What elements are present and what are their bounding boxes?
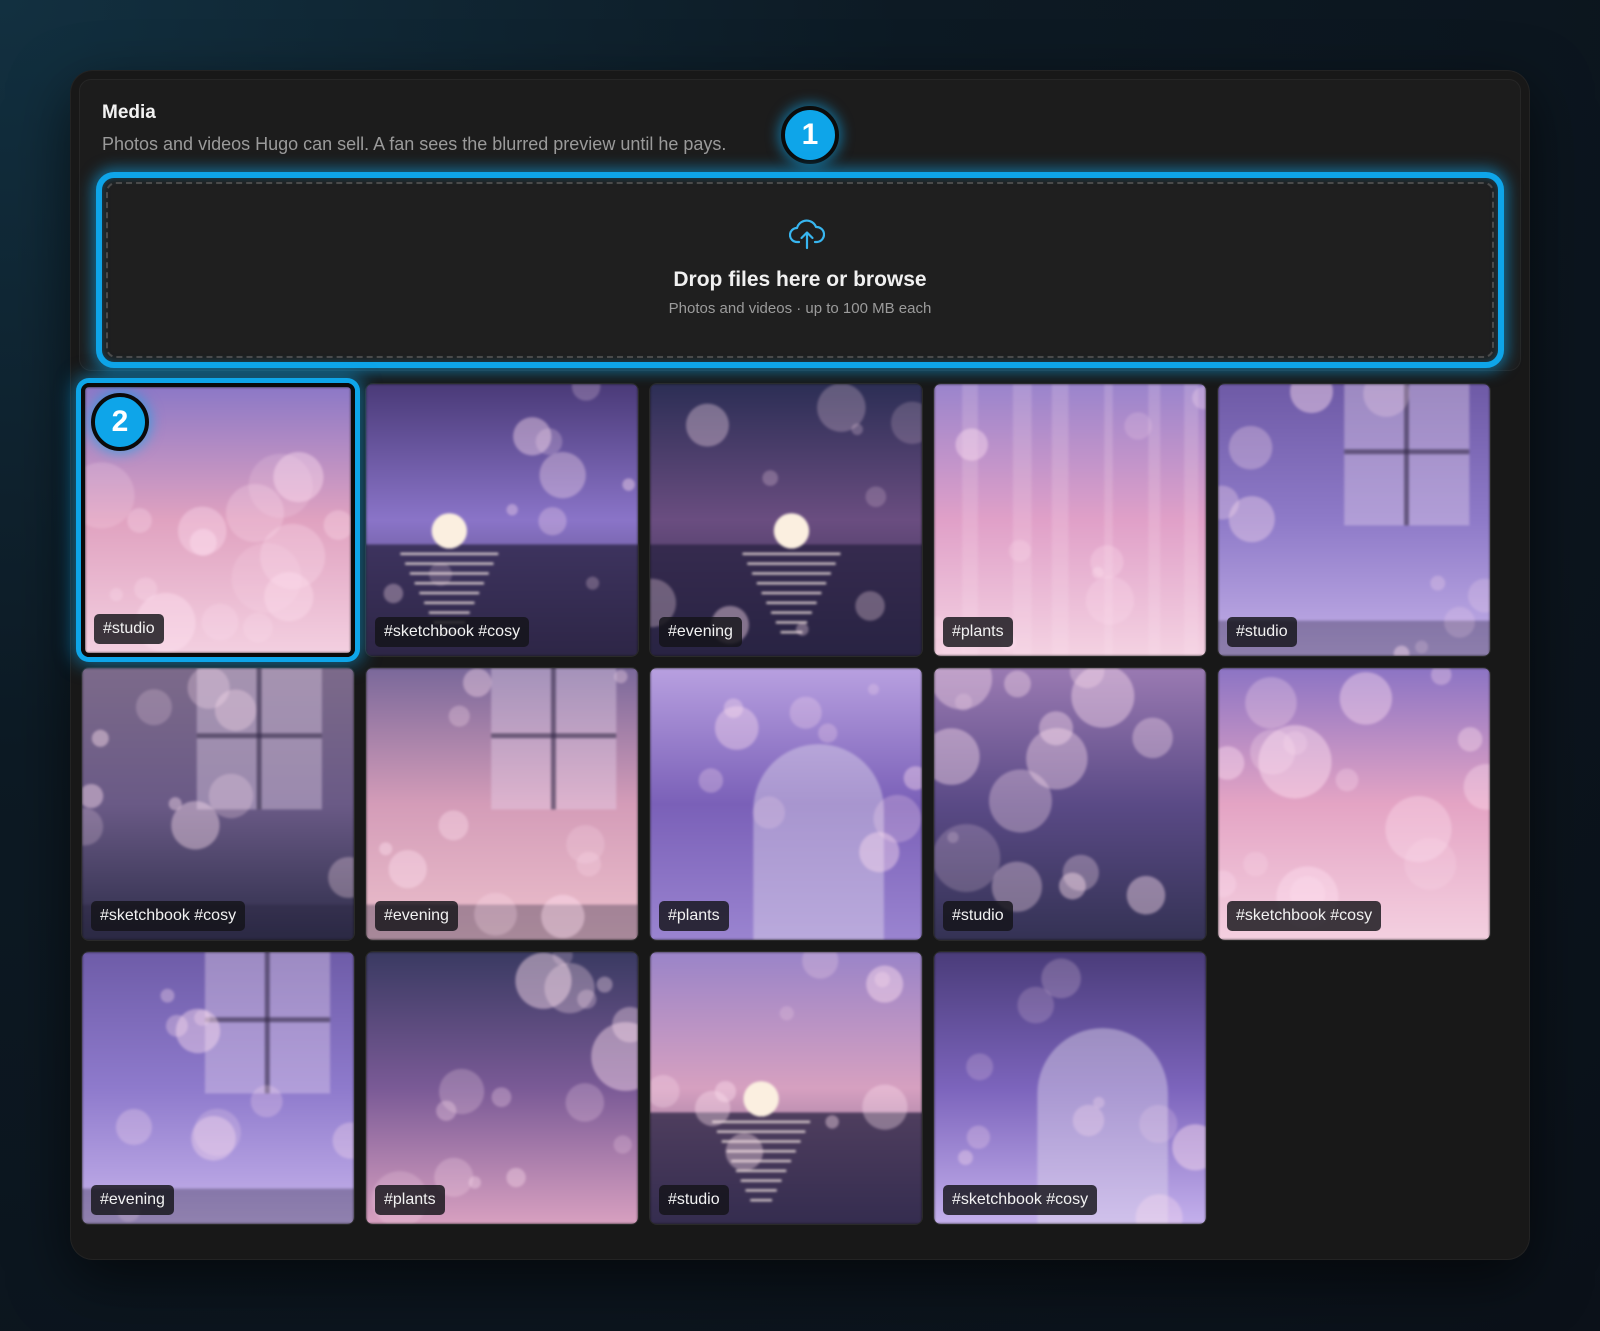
media-tag-label: #studio — [659, 1185, 729, 1215]
media-tag-label: #evening — [91, 1185, 174, 1215]
blurred-preview-image — [1218, 668, 1490, 940]
media-tile[interactable]: #studio — [649, 951, 923, 1225]
media-tile[interactable]: #plants — [649, 667, 923, 941]
callout-badge-2: 2 — [91, 393, 149, 451]
media-tag-label: #plants — [943, 617, 1013, 647]
media-tile[interactable]: #evening — [365, 667, 639, 941]
blurred-preview-image — [366, 668, 638, 940]
media-header-panel: Media Photos and videos Hugo can sell. A… — [79, 79, 1521, 371]
blurred-preview-image — [366, 384, 638, 656]
blurred-preview-image — [934, 384, 1206, 656]
media-tag-label: #studio — [94, 614, 164, 644]
media-tile[interactable]: #sketchbook #cosy — [933, 951, 1207, 1225]
blurred-preview-image — [650, 668, 922, 940]
media-tag-label: #plants — [659, 901, 729, 931]
media-tile[interactable]: #evening — [649, 383, 923, 657]
blurred-preview-image — [82, 952, 354, 1224]
blurred-preview-image — [650, 952, 922, 1224]
dropzone-subtitle: Photos and videos · up to 100 MB each — [668, 300, 932, 317]
media-tag-label: #studio — [943, 901, 1013, 931]
media-tag-label: #sketchbook #cosy — [91, 901, 246, 931]
blurred-preview-image — [934, 668, 1206, 940]
media-tile[interactable]: #studio 2 — [81, 383, 355, 657]
media-tile[interactable]: #sketchbook #cosy — [365, 383, 639, 657]
media-subtitle: Photos and videos Hugo can sell. A fan s… — [102, 134, 727, 154]
media-tile[interactable]: #studio — [933, 667, 1207, 941]
media-tag-label: #sketchbook #cosy — [1227, 901, 1382, 931]
media-tile[interactable]: #plants — [933, 383, 1207, 657]
media-card: Media Photos and videos Hugo can sell. A… — [71, 71, 1529, 1259]
blurred-preview-image — [82, 668, 354, 940]
blurred-preview-image — [650, 384, 922, 656]
callout-badge-1: 1 — [781, 106, 839, 164]
media-tag-label: #sketchbook #cosy — [943, 1185, 1098, 1215]
media-tag-label: #studio — [1227, 617, 1297, 647]
media-tag-label: #evening — [375, 901, 458, 931]
media-tag-label: #evening — [659, 617, 742, 647]
upload-cloud-icon — [789, 219, 825, 250]
media-title: Media — [102, 102, 156, 123]
media-tile[interactable]: #sketchbook #cosy — [1217, 667, 1491, 941]
media-tag-label: #plants — [375, 1185, 445, 1215]
blurred-preview-image — [366, 952, 638, 1224]
blurred-preview-image — [934, 952, 1206, 1224]
file-dropzone[interactable]: Drop files here or browse Photos and vid… — [96, 172, 1504, 368]
media-tile[interactable]: #plants — [365, 951, 639, 1225]
media-tag-label: #sketchbook #cosy — [375, 617, 530, 647]
dropzone-title: Drop files here or browse — [673, 268, 927, 291]
blurred-preview-image — [1218, 384, 1490, 656]
media-tile[interactable]: #sketchbook #cosy — [81, 667, 355, 941]
media-tile[interactable]: #studio — [1217, 383, 1491, 657]
media-grid: #studio 2 #sketchbook #cosy #evening #plants… — [81, 383, 1491, 1243]
media-tile[interactable]: #evening — [81, 951, 355, 1225]
